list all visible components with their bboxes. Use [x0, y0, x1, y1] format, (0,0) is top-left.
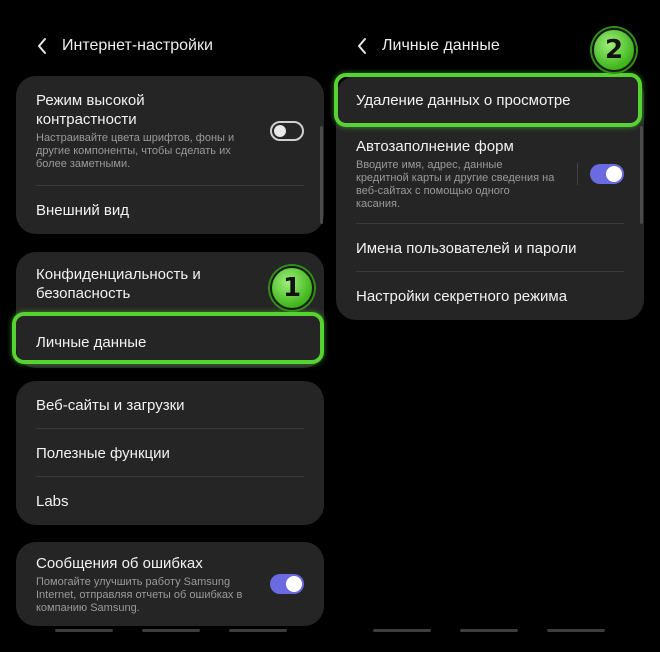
error-reports-toggle[interactable]	[270, 574, 304, 594]
page-title: Интернет-настройки	[62, 37, 213, 54]
scrollbar[interactable]	[640, 126, 643, 224]
step-badge-2: 2	[592, 28, 636, 72]
nav-handle	[460, 629, 518, 632]
privacy-label: Конфиденциальность и безопасность	[36, 266, 201, 302]
sites-downloads-item[interactable]: Веб-сайты и загрузки	[16, 381, 324, 429]
error-reports-item[interactable]: Сообщения об ошибках Помогайте улучшить …	[16, 542, 324, 626]
nav-handle	[142, 629, 200, 632]
page-title: Личные данные	[382, 37, 500, 54]
appearance-label: Внешний вид	[36, 201, 129, 219]
useful-features-item[interactable]: Полезные функции	[16, 429, 324, 477]
nav-handle	[229, 629, 287, 632]
back-button[interactable]	[22, 30, 62, 62]
usernames-passwords-item[interactable]: Имена пользователей и пароли	[336, 224, 644, 272]
error-reports-description: Помогайте улучшить работу Samsung Intern…	[36, 575, 243, 614]
step-badge-1: 1	[270, 266, 314, 310]
appearance-item[interactable]: Внешний вид	[16, 186, 324, 234]
personal-data-highlight	[12, 312, 324, 364]
usernames-passwords-label: Имена пользователей и пароли	[356, 239, 577, 257]
display-settings-card: Режим высокой контрастности Настраивайте…	[16, 76, 324, 234]
high-contrast-description: Настраивайте цвета шрифтов, фоны и други…	[36, 132, 235, 170]
scrollbar[interactable]	[320, 126, 323, 224]
general-card: Веб-сайты и загрузки Полезные функции La…	[16, 381, 324, 525]
secret-mode-label: Настройки секретного режима	[356, 287, 568, 305]
toggle-separator	[577, 163, 578, 185]
left-screen: Интернет-настройки Режим высокой контрас…	[0, 0, 330, 652]
chevron-left-icon	[38, 38, 46, 54]
delete-browsing-data-highlight	[334, 73, 642, 127]
autofill-description: Вводите имя, адрес, данные кредитной кар…	[356, 159, 555, 210]
back-button[interactable]	[342, 30, 382, 62]
left-app-bar: Интернет-настройки	[0, 30, 330, 62]
high-contrast-item[interactable]: Режим высокой контрастности Настраивайте…	[16, 76, 324, 186]
labs-label: Labs	[36, 492, 69, 510]
secret-mode-item[interactable]: Настройки секретного режима	[336, 272, 644, 320]
high-contrast-toggle[interactable]	[270, 121, 304, 141]
right-screen: Личные данные Удаление данных о просмотр…	[330, 0, 660, 652]
autofill-toggle[interactable]	[590, 164, 624, 184]
sites-downloads-label: Веб-сайты и загрузки	[36, 396, 185, 414]
labs-item[interactable]: Labs	[16, 477, 324, 525]
autofill-item[interactable]: Автозаполнение форм Вводите имя, адрес, …	[336, 124, 644, 224]
autofill-title: Автозаполнение форм	[356, 138, 514, 155]
nav-handle	[55, 629, 113, 632]
nav-handle	[373, 629, 431, 632]
high-contrast-title: Режим высокой контрастности	[36, 92, 145, 128]
nav-handle	[547, 629, 605, 632]
useful-features-label: Полезные функции	[36, 444, 170, 462]
error-reports-card: Сообщения об ошибках Помогайте улучшить …	[16, 542, 324, 626]
chevron-left-icon	[358, 38, 366, 54]
error-reports-title: Сообщения об ошибках	[36, 554, 203, 572]
